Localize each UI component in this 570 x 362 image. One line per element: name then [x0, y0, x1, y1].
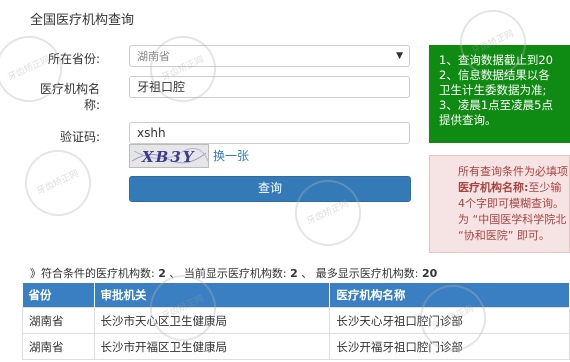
- header-province: 省份: [22, 283, 95, 308]
- notice-pink-line-2-rest: 至少输: [528, 181, 562, 194]
- refresh-captcha-link[interactable]: 换一张: [213, 147, 249, 164]
- captcha-label: 验证码:: [59, 130, 100, 144]
- header-institution-name: 医疗机构名称: [329, 283, 570, 308]
- table-row[interactable]: 湖南省 长沙市天心区卫生健康局 长沙天心牙祖口腔门诊部: [22, 307, 570, 334]
- notice-pink-line-5: “协和医院” 即可。: [458, 229, 550, 242]
- notice-pink-bold: 医疗机构名称:: [458, 181, 529, 194]
- province-select[interactable]: 湖南省 ▼: [129, 45, 410, 67]
- cell-approval-authority: 长沙市天心区卫生健康局: [93, 307, 331, 334]
- notice-pink-line-3: 4个字即可模糊查询。: [458, 197, 564, 210]
- captcha-image[interactable]: XB3Y: [129, 144, 209, 168]
- summary-mid: 、 当前显示医疗机构数:: [169, 267, 287, 280]
- cell-institution-name[interactable]: 长沙天心牙祖口腔门诊部: [329, 307, 570, 334]
- header-approval-authority: 审批机关: [94, 283, 331, 308]
- institution-label-line1: 医疗机构名: [39, 82, 100, 96]
- summary-shown-count: 2: [290, 267, 298, 280]
- chevron-down-icon: ▼: [396, 51, 403, 61]
- notice-pink-line-1: 所有查询条件为必填项: [458, 165, 568, 178]
- institution-label-line2: 称:: [83, 98, 100, 112]
- notice-green-line-4: 3、凌晨1点至凌晨5点: [439, 98, 553, 112]
- query-button[interactable]: 查询: [129, 176, 411, 202]
- captcha-input[interactable]: xshh: [129, 122, 410, 144]
- cell-institution-name[interactable]: 长沙开福牙祖口腔门诊部: [329, 333, 570, 360]
- institution-name-input[interactable]: 牙祖口腔: [129, 76, 410, 98]
- captcha-text: XB3Y: [141, 148, 195, 166]
- notice-green-line-5: 提供查询。: [439, 113, 497, 127]
- notice-green-line-1: 1、查询数据截止到20: [439, 53, 553, 67]
- page-title: 全国医疗机构查询: [30, 13, 135, 28]
- cell-province: 湖南省: [22, 333, 95, 360]
- summary-max-count: 20: [421, 267, 438, 280]
- notice-green: 1、查询数据截止到20 2、信息数据结果以各 卫生计生委数据为准; 3、凌晨1点…: [429, 45, 570, 143]
- notice-pink: 所有查询条件为必填项 医疗机构名称:至少输 4个字即可模糊查询。 为 “中国医学…: [429, 155, 570, 253]
- notice-green-line-2: 2、信息数据结果以各: [439, 68, 550, 82]
- notice-green-line-3: 卫生计生委数据为准;: [439, 83, 547, 97]
- summary-mid2: 、 最多显示医疗机构数:: [301, 267, 419, 280]
- cell-approval-authority: 长沙市开福区卫生健康局: [93, 333, 331, 360]
- summary-prefix: 》符合条件的医疗机构数:: [30, 267, 155, 280]
- table-row[interactable]: 湖南省 长沙市开福区卫生健康局 长沙开福牙祖口腔门诊部: [22, 333, 570, 360]
- cell-province: 湖南省: [22, 307, 95, 334]
- province-label: 所在省份:: [47, 52, 100, 66]
- watermark-logo: 牙齿矫正网: [14, 139, 102, 227]
- result-summary: 》符合条件的医疗机构数: 2 、 当前显示医疗机构数: 2 、 最多显示医疗机构…: [30, 265, 437, 281]
- summary-matched-count: 2: [158, 267, 166, 280]
- watermark-logo: 牙齿矫正网: [139, 25, 227, 113]
- table-header-row: 省份 审批机关 医疗机构名称: [22, 283, 570, 308]
- notice-pink-line-4: 为 “中国医学科学院北: [458, 213, 567, 226]
- province-value: 湖南省: [137, 50, 170, 63]
- notice-pink-line-2: 医疗机构名称:至少输: [458, 180, 569, 196]
- results-table: 省份 审批机关 医疗机构名称 湖南省 长沙市天心区卫生健康局 长沙天心牙祖口腔门…: [22, 283, 570, 360]
